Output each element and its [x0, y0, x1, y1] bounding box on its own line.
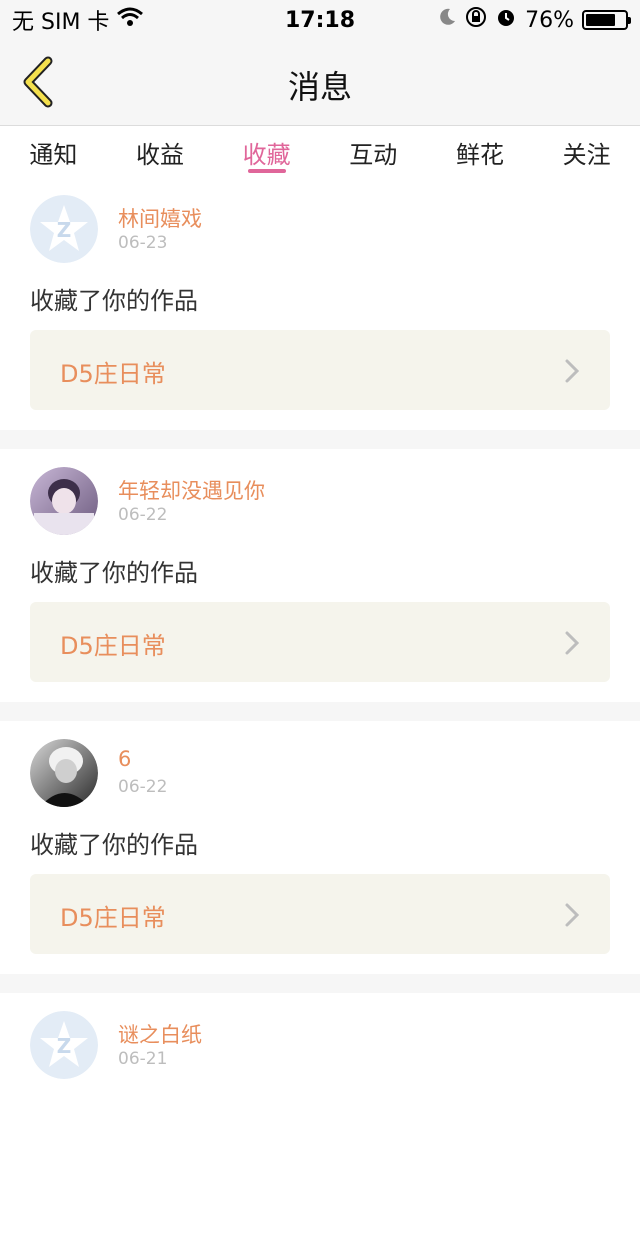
- tab-bar: 通知 收益 收藏 互动 鲜花 关注: [0, 127, 640, 177]
- tab-earnings[interactable]: 收益: [117, 127, 203, 177]
- tab-interactions[interactable]: 互动: [330, 127, 416, 177]
- timestamp: 06-21: [118, 1049, 168, 1069]
- work-title: D5庄日常: [60, 360, 166, 388]
- action-text: 收藏了你的作品: [30, 287, 198, 315]
- default-avatar-icon: Z: [30, 195, 98, 263]
- rotation-lock-icon: [465, 6, 487, 34]
- work-title: D5庄日常: [60, 904, 166, 932]
- divider: [0, 430, 640, 449]
- moon-icon: [437, 7, 457, 33]
- chevron-right-icon: [565, 903, 580, 927]
- message-list: Z 林间嬉戏 06-23 收藏了你的作品 D5庄日常 年轻却没遇见你 06-22…: [0, 177, 640, 1246]
- username[interactable]: 年轻却没遇见你: [118, 475, 265, 505]
- status-left: 无 SIM 卡: [12, 4, 144, 36]
- timestamp: 06-23: [118, 233, 168, 253]
- battery-icon: [582, 10, 631, 30]
- tab-notifications[interactable]: 通知: [10, 127, 96, 177]
- username[interactable]: 谜之白纸: [118, 1019, 202, 1049]
- tab-follows[interactable]: 关注: [544, 127, 630, 177]
- work-title: D5庄日常: [60, 632, 166, 660]
- status-right: 76%: [437, 6, 631, 34]
- avatar[interactable]: Z: [30, 195, 98, 263]
- divider: [0, 702, 640, 721]
- wifi-icon: [117, 7, 144, 33]
- alarm-icon: [495, 6, 517, 34]
- tab-flowers[interactable]: 鲜花: [437, 127, 523, 177]
- divider: [0, 974, 640, 993]
- username[interactable]: 林间嬉戏: [118, 203, 202, 233]
- action-text: 收藏了你的作品: [30, 559, 198, 587]
- battery-text: 76%: [525, 7, 574, 33]
- nav-bar: 消息: [0, 40, 640, 126]
- timestamp: 06-22: [118, 505, 168, 525]
- work-link[interactable]: D5庄日常: [30, 602, 610, 682]
- work-link[interactable]: D5庄日常: [30, 874, 610, 954]
- carrier-label: 无 SIM 卡: [12, 10, 110, 35]
- avatar[interactable]: Z: [30, 1011, 98, 1079]
- chevron-right-icon: [565, 631, 580, 655]
- list-item: Z 林间嬉戏 06-23 收藏了你的作品 D5庄日常: [0, 177, 640, 430]
- work-link[interactable]: D5庄日常: [30, 330, 610, 410]
- chevron-right-icon: [565, 359, 580, 383]
- list-item: Z 谜之白纸 06-21: [0, 993, 640, 1246]
- status-bar: 无 SIM 卡 17:18 76%: [0, 0, 640, 40]
- photo-avatar-icon: [30, 739, 98, 807]
- avatar[interactable]: [30, 467, 98, 535]
- tab-favorites[interactable]: 收藏: [224, 127, 310, 177]
- svg-text:Z: Z: [57, 218, 72, 242]
- default-avatar-icon: Z: [30, 1011, 98, 1079]
- username[interactable]: 6: [118, 747, 131, 771]
- action-text: 收藏了你的作品: [30, 831, 198, 859]
- avatar[interactable]: [30, 739, 98, 807]
- svg-text:Z: Z: [57, 1034, 72, 1058]
- list-item: 6 06-22 收藏了你的作品 D5庄日常: [0, 721, 640, 974]
- photo-avatar-icon: [30, 467, 98, 535]
- timestamp: 06-22: [118, 777, 168, 797]
- list-item: 年轻却没遇见你 06-22 收藏了你的作品 D5庄日常: [0, 449, 640, 702]
- page-title: 消息: [287, 68, 352, 106]
